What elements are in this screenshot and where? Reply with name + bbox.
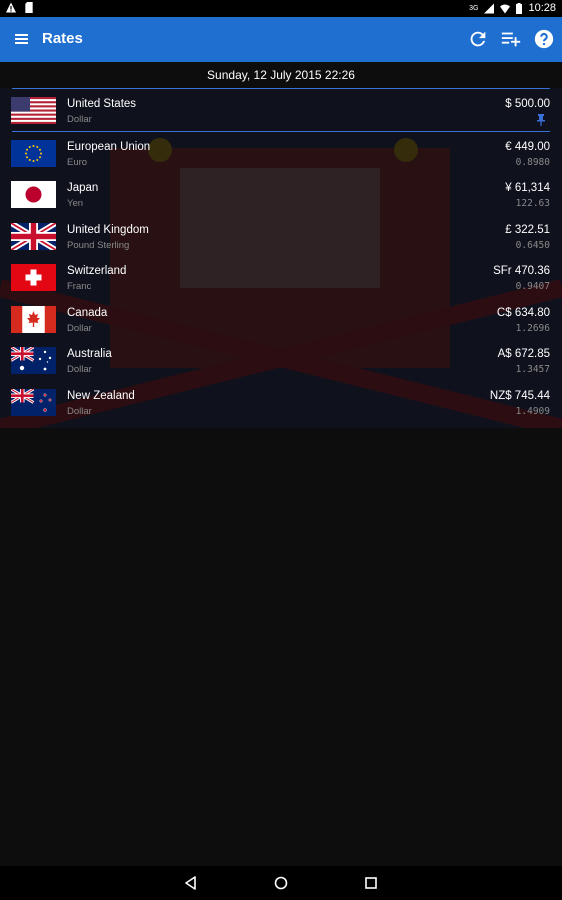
list-item[interactable]: New Zealand Dollar NZ$ 745.44 1.4909 — [0, 381, 562, 423]
rates-list: United States Dollar $ 500.00 European U… — [0, 89, 562, 422]
gb-flag-icon — [11, 222, 56, 250]
currency-name: Dollar — [67, 114, 92, 125]
battery-icon — [516, 2, 523, 14]
amount-value: $ 500.00 — [505, 98, 550, 110]
country-name: Australia — [67, 348, 112, 360]
date-header: Sunday, 12 July 2015 22:26 — [12, 62, 550, 89]
us-flag-icon — [11, 97, 56, 124]
add-list-icon[interactable] — [500, 28, 522, 50]
list-item[interactable]: United Kingdom Pound Sterling £ 322.51 0… — [0, 215, 562, 257]
currency-name: Euro — [67, 156, 88, 168]
wifi-icon — [500, 4, 511, 13]
currency-name: Pound Sterling — [67, 239, 130, 251]
country-name: United States — [67, 98, 137, 110]
currency-name: Dollar — [67, 364, 92, 375]
amount-value: NZ$ 745.44 — [489, 389, 550, 402]
amount-value: A$ 672.85 — [497, 348, 550, 360]
country-name: European Union — [67, 140, 151, 153]
jp-flag-icon — [11, 181, 56, 208]
country-name: United Kingdom — [67, 223, 149, 236]
amount-value: € 449.00 — [505, 140, 550, 153]
amount-value: ¥ 61,314 — [505, 182, 550, 194]
exchange-rate: 1.2696 — [515, 322, 550, 334]
list-item[interactable]: United States Dollar $ 500.00 — [11, 89, 550, 132]
recents-icon[interactable] — [364, 876, 378, 890]
currency-name: Yen — [67, 198, 84, 209]
exchange-rate: 1.3457 — [515, 364, 550, 375]
clock: 10:28 — [528, 2, 556, 14]
exchange-rate: 0.8980 — [515, 156, 550, 168]
list-item[interactable]: Japan Yen ¥ 61,314 122.63 — [0, 173, 562, 215]
status-bar: 3G 10:28 — [0, 0, 562, 17]
country-name: Japan — [67, 182, 99, 194]
country-name: Switzerland — [67, 265, 127, 277]
page-title: Rates — [42, 30, 83, 47]
exchange-rate: 0.9407 — [515, 281, 550, 292]
home-icon[interactable] — [274, 876, 288, 890]
ch-flag-icon — [11, 264, 56, 291]
exchange-rate: 0.6450 — [515, 239, 550, 251]
menu-icon[interactable] — [14, 31, 30, 47]
currency-name: Franc — [67, 281, 92, 292]
list-item[interactable]: European Union Euro € 449.00 0.8980 — [0, 132, 562, 174]
list-item[interactable]: Australia Dollar A$ 672.85 1.3457 — [0, 339, 562, 381]
list-item[interactable]: Canada Dollar C$ 634.80 1.2696 — [0, 298, 562, 340]
list-item[interactable]: Switzerland Franc SFr 470.36 0.9407 — [0, 256, 562, 298]
app-bar: Rates — [0, 17, 562, 62]
eu-flag-icon — [11, 139, 56, 167]
warning-icon — [6, 2, 16, 13]
amount-value: £ 322.51 — [505, 223, 550, 236]
pin-icon — [537, 114, 545, 126]
amount-value: C$ 634.80 — [496, 306, 550, 319]
nz-flag-icon — [11, 388, 56, 416]
amount-value: SFr 470.36 — [493, 265, 550, 277]
signal-icon — [484, 3, 495, 13]
exchange-rate: 122.63 — [515, 198, 550, 209]
help-icon[interactable] — [533, 28, 555, 50]
ca-flag-icon — [11, 305, 56, 333]
au-flag-icon — [11, 347, 56, 374]
country-name: Canada — [67, 306, 108, 319]
currency-name: Dollar — [67, 405, 92, 417]
back-icon[interactable] — [184, 876, 198, 890]
country-name: New Zealand — [67, 389, 135, 402]
navigation-bar — [0, 866, 562, 900]
sd-card-icon — [25, 2, 33, 13]
exchange-rate: 1.4909 — [515, 405, 550, 417]
refresh-icon[interactable] — [467, 28, 489, 50]
currency-name: Dollar — [67, 322, 92, 334]
network-type: 3G — [469, 4, 479, 12]
